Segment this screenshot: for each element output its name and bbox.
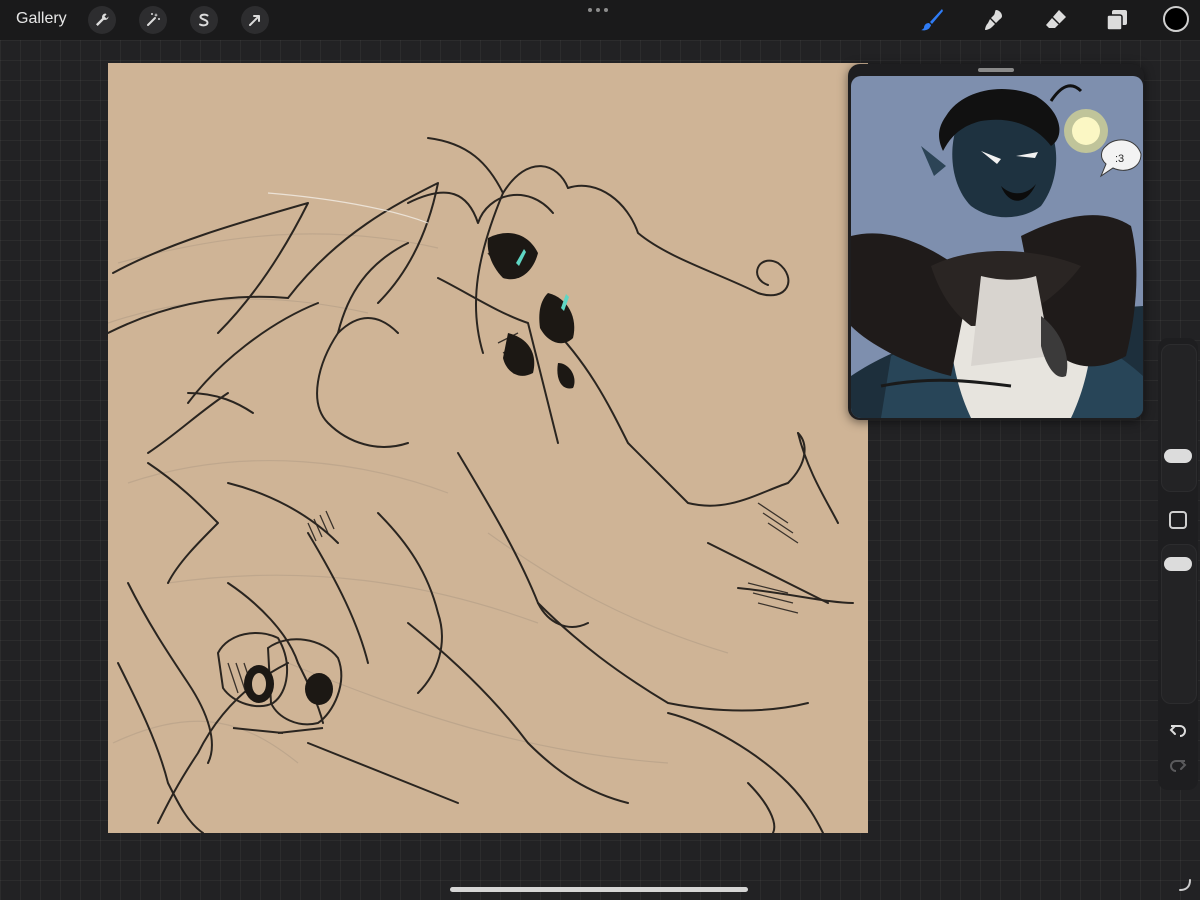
brush-icon[interactable] bbox=[918, 6, 946, 34]
eraser-icon[interactable] bbox=[1042, 6, 1070, 34]
drawing-canvas[interactable] bbox=[108, 63, 868, 833]
corner-resize-icon bbox=[1178, 878, 1192, 897]
top-toolbar: Gallery bbox=[0, 0, 1200, 40]
modify-button[interactable] bbox=[1169, 511, 1187, 529]
magic-wand-icon[interactable] bbox=[139, 6, 167, 34]
gallery-button[interactable]: Gallery bbox=[16, 10, 67, 28]
sketch-artwork bbox=[108, 137, 854, 833]
home-indicator bbox=[450, 887, 748, 892]
brush-size-slider[interactable] bbox=[1161, 344, 1197, 492]
opacity-thumb[interactable] bbox=[1164, 557, 1192, 571]
speech-bubble-text: :3 bbox=[1115, 153, 1124, 165]
selection-icon[interactable] bbox=[190, 6, 218, 34]
reference-drag-handle[interactable] bbox=[978, 68, 1014, 72]
color-picker-swatch[interactable] bbox=[1163, 6, 1189, 32]
undo-icon[interactable] bbox=[1164, 719, 1192, 743]
redo-icon[interactable] bbox=[1164, 754, 1192, 778]
smudge-icon[interactable] bbox=[980, 6, 1008, 34]
transform-icon[interactable] bbox=[241, 6, 269, 34]
more-dots-icon[interactable] bbox=[588, 8, 608, 12]
reference-window[interactable]: :3 bbox=[848, 64, 1144, 420]
reference-image: :3 bbox=[851, 76, 1143, 418]
layers-icon[interactable] bbox=[1103, 6, 1131, 34]
brush-size-thumb[interactable] bbox=[1164, 449, 1192, 463]
wrench-icon[interactable] bbox=[88, 6, 116, 34]
